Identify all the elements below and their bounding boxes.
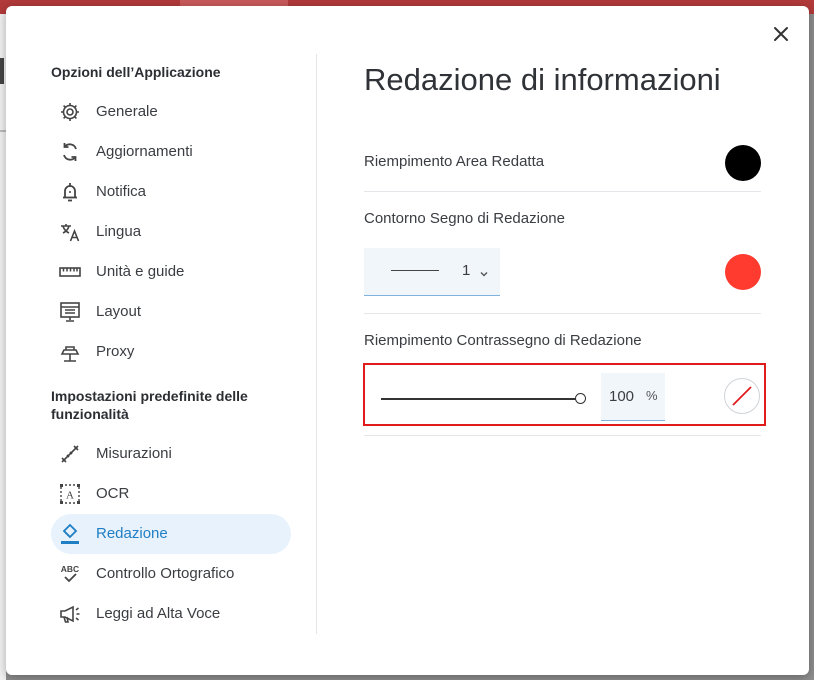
layout-icon (58, 300, 82, 324)
sidebar-item-leggi-ad-alta-voce[interactable]: Leggi ad Alta Voce (51, 594, 291, 634)
sidebar-item-label: OCR (96, 485, 130, 502)
fill-area-label: Riempimento Area Redatta (364, 153, 545, 170)
sidebar-item-label: Proxy (96, 343, 135, 360)
opacity-value: 100 (609, 388, 635, 405)
bell-icon (58, 180, 82, 204)
opacity-input[interactable]: 100 % (601, 373, 665, 421)
sidebar-item-label: Layout (96, 303, 142, 320)
sidebar-item-aggiornamenti[interactable]: Aggiornamenti (51, 132, 291, 172)
stroke-width-select[interactable]: 1 (364, 248, 500, 296)
stroke-preview (391, 270, 439, 271)
svg-text:A: A (66, 490, 74, 502)
opacity-slider-thumb[interactable] (575, 393, 586, 404)
sidebar-item-ocr[interactable]: A OCR (51, 474, 291, 514)
stroke-width-value: 1 (462, 262, 471, 279)
sidebar-item-generale[interactable]: Generale (51, 92, 291, 132)
sidebar-item-controllo-ortografico[interactable]: ABC Controllo Ortografico (51, 554, 291, 594)
translate-icon (58, 220, 82, 244)
opacity-control-highlight: 100 % (363, 363, 766, 426)
group-title-features: Impostazioni predefinite delle funzional… (51, 388, 248, 422)
gear-icon (58, 100, 82, 124)
sidebar-item-misurazioni[interactable]: Misurazioni (51, 434, 291, 474)
sidebar-item-label: Controllo Ortografico (96, 565, 235, 582)
sidebar-item-label: Redazione (96, 525, 168, 542)
sync-icon (58, 140, 82, 164)
sidebar-item-lingua[interactable]: Lingua (51, 212, 291, 252)
sidebar-item-layout[interactable]: Layout (51, 292, 291, 332)
megaphone-icon (58, 602, 82, 626)
ruler-icon (58, 260, 82, 284)
close-button[interactable] (771, 24, 791, 44)
svg-text:ABC: ABC (61, 564, 79, 574)
sidebar-item-label: Generale (96, 103, 158, 120)
divider (364, 435, 761, 436)
outline-label: Contorno Segno di Redazione (364, 210, 565, 227)
sidebar-item-label: Leggi ad Alta Voce (96, 605, 221, 622)
group-title-application: Opzioni dell’Applicazione (51, 64, 221, 80)
no-color-icon (732, 386, 752, 406)
mark-fill-label: Riempimento Contrassegno di Redazione (364, 332, 642, 349)
sidebar-item-label: Notifica (96, 183, 147, 200)
eraser-icon (58, 522, 82, 546)
sidebar-item-unita-e-guide[interactable]: Unità e guide (51, 252, 291, 292)
page-title: Redazione di informazioni (364, 62, 721, 97)
settings-sidebar: Opzioni dell’Applicazione Generale Aggio… (51, 54, 317, 634)
sidebar-item-label: Aggiornamenti (96, 143, 193, 160)
spellcheck-icon: ABC (58, 562, 82, 586)
measure-icon (58, 442, 82, 466)
sidebar-item-label: Unità e guide (96, 263, 185, 280)
divider (364, 191, 761, 192)
percent-unit: % (646, 388, 658, 403)
opacity-slider-track[interactable] (381, 398, 577, 400)
sidebar-item-label: Lingua (96, 223, 142, 240)
divider (364, 313, 761, 314)
sidebar-item-proxy[interactable]: Proxy (51, 332, 291, 372)
no-fill-color-swatch[interactable] (724, 378, 760, 414)
chevron-down-icon (479, 266, 489, 277)
sidebar-item-notifica[interactable]: Notifica (51, 172, 291, 212)
proxy-icon (58, 340, 82, 364)
close-icon (774, 27, 788, 41)
fill-color-swatch[interactable] (725, 145, 761, 181)
ocr-icon: A (58, 482, 82, 506)
sidebar-item-redazione[interactable]: Redazione (51, 514, 291, 554)
sidebar-item-label: Misurazioni (96, 445, 172, 462)
outline-color-swatch[interactable] (725, 254, 761, 290)
settings-dialog: Opzioni dell’Applicazione Generale Aggio… (6, 6, 809, 675)
